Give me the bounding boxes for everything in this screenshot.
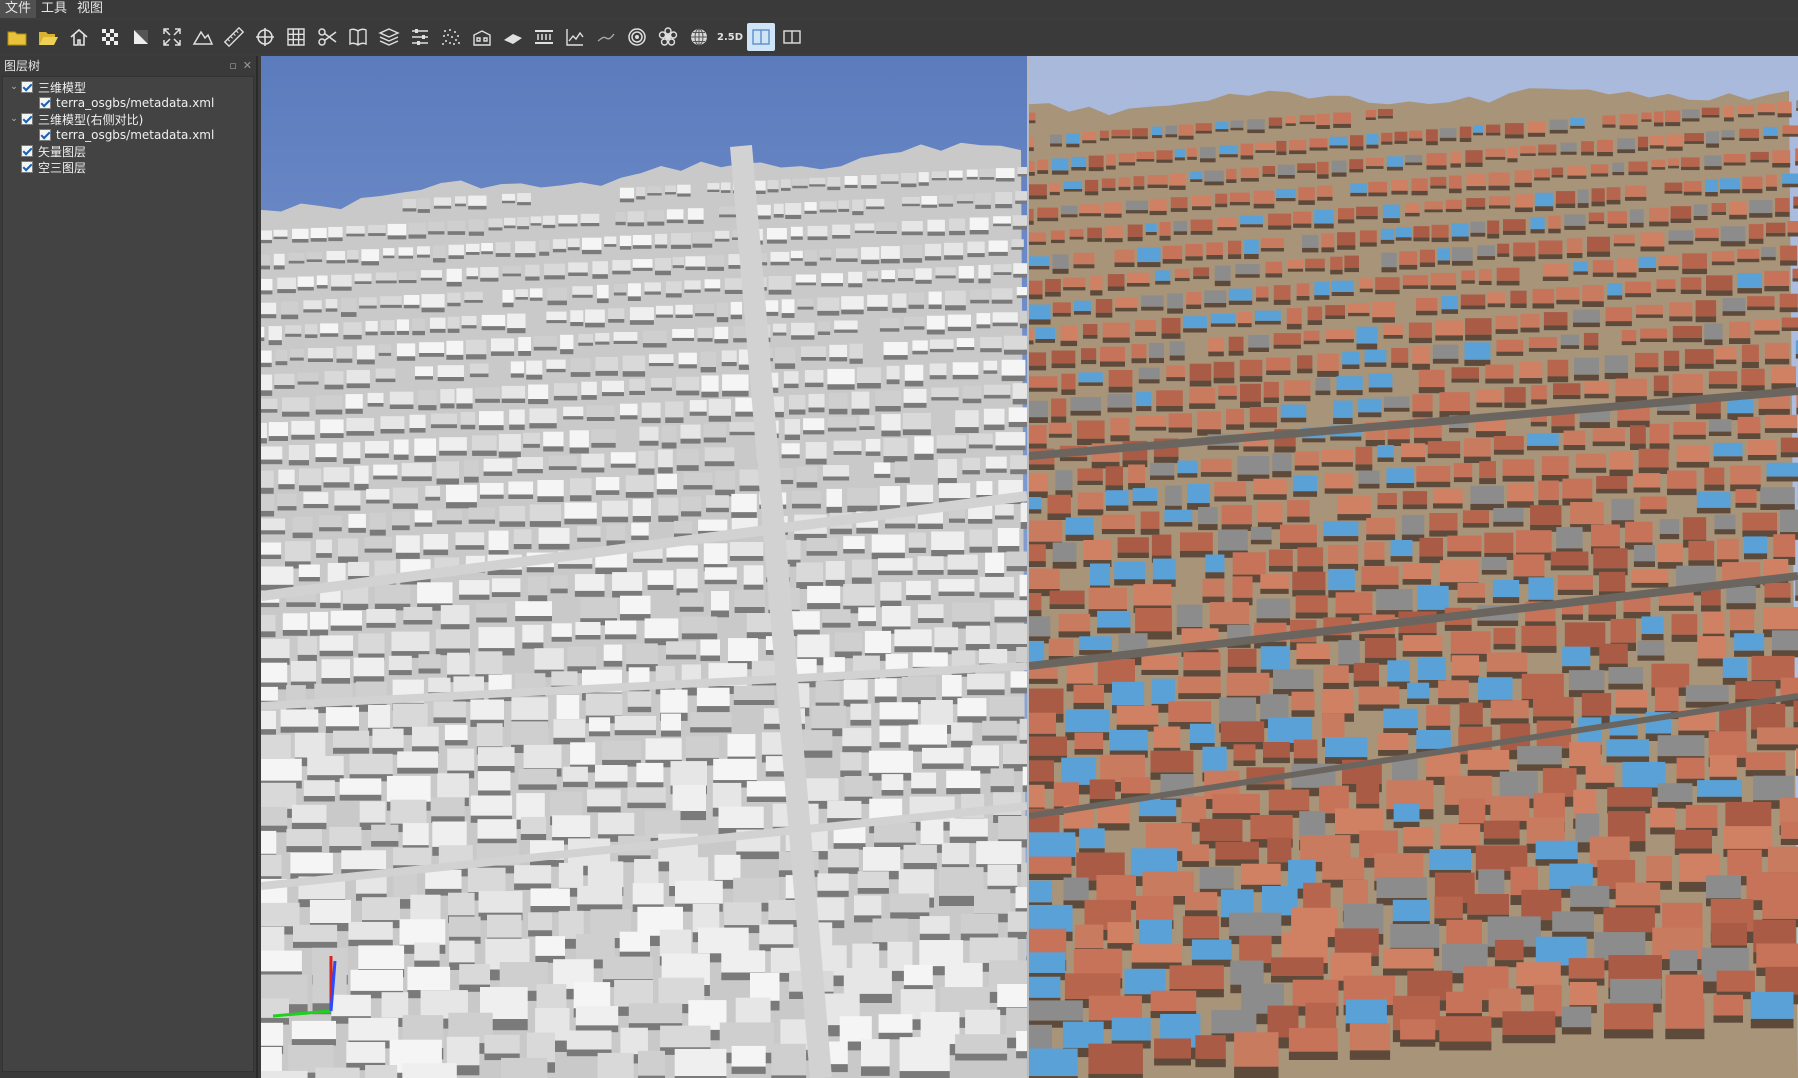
layer-3d-model-compare[interactable]: ⌄ 三维模型(右侧对比) bbox=[3, 111, 253, 127]
layer-checkbox[interactable] bbox=[39, 97, 51, 109]
ruler-icon[interactable] bbox=[220, 23, 248, 51]
layer-checkbox[interactable] bbox=[21, 81, 33, 93]
book-icon[interactable] bbox=[344, 23, 372, 51]
square-diagonal-icon[interactable] bbox=[127, 23, 155, 51]
layer-3d-model-compare-source[interactable]: terra_osgbs/metadata.xml bbox=[3, 127, 253, 143]
layer-3d-model[interactable]: ⌄ 三维模型 bbox=[3, 79, 253, 95]
chevron-down-icon[interactable]: ⌄ bbox=[7, 114, 21, 124]
toolbar: 2.5D bbox=[0, 20, 1798, 54]
chevron-down-icon[interactable]: ⌄ bbox=[7, 82, 21, 92]
layer-tree-panel: 图层树 ▫ ✕ ⌄ 三维模型 terra_osgbs/metadata.xml … bbox=[0, 56, 258, 1078]
layer-checkbox[interactable] bbox=[21, 145, 33, 157]
plane-icon[interactable] bbox=[499, 23, 527, 51]
layer-checkbox[interactable] bbox=[21, 113, 33, 125]
checkerboard-icon[interactable] bbox=[96, 23, 124, 51]
view-2-5d-icon[interactable]: 2.5D bbox=[716, 23, 744, 51]
globe-icon[interactable] bbox=[685, 23, 713, 51]
panel-title: 图层树 bbox=[4, 58, 41, 73]
layer-label: terra_osgbs/metadata.xml bbox=[56, 128, 215, 142]
layer-label: terra_osgbs/metadata.xml bbox=[56, 96, 215, 110]
sliders-icon[interactable] bbox=[406, 23, 434, 51]
point-cloud-icon[interactable] bbox=[437, 23, 465, 51]
layer-aerotriangulation[interactable]: 空三图层 bbox=[3, 159, 253, 175]
layers-icon[interactable] bbox=[375, 23, 403, 51]
home-icon[interactable] bbox=[65, 23, 93, 51]
layer-label: 三维模型 bbox=[38, 80, 87, 95]
layer-tree: ⌄ 三维模型 terra_osgbs/metadata.xml ⌄ 三维模型(右… bbox=[2, 76, 254, 1072]
menu-bar: 文件 工具 视图 bbox=[0, 0, 1798, 18]
section-icon[interactable] bbox=[530, 23, 558, 51]
layer-label: 三维模型(右侧对比) bbox=[38, 112, 144, 127]
layer-label: 矢量图层 bbox=[38, 144, 87, 159]
menu-tools[interactable]: 工具 bbox=[36, 0, 72, 18]
layer-3d-model-source[interactable]: terra_osgbs/metadata.xml bbox=[3, 95, 253, 111]
view-2-5d-label: 2.5D bbox=[716, 31, 743, 43]
folder-icon[interactable] bbox=[3, 23, 31, 51]
target-icon[interactable] bbox=[623, 23, 651, 51]
axis-gizmo bbox=[272, 956, 337, 1018]
crosshair-icon[interactable] bbox=[251, 23, 279, 51]
viewport-right-textured-model[interactable] bbox=[1029, 56, 1798, 1078]
menu-view[interactable]: 视图 bbox=[72, 0, 108, 18]
layer-checkbox[interactable] bbox=[39, 129, 51, 141]
panel-header: 图层树 ▫ ✕ bbox=[0, 56, 256, 74]
app-window: 文件 工具 视图 2.5D 图层树 ▫ ✕ ⌄ 三维模型 terra_osgbs… bbox=[0, 0, 1798, 1078]
split-view-active-icon[interactable] bbox=[747, 23, 775, 51]
float-panel-icon[interactable]: ▫ bbox=[229, 59, 236, 72]
layer-checkbox[interactable] bbox=[21, 161, 33, 173]
scissors-icon[interactable] bbox=[313, 23, 341, 51]
profile-chart-icon[interactable] bbox=[561, 23, 589, 51]
close-panel-icon[interactable]: ✕ bbox=[243, 59, 252, 72]
line-icon[interactable] bbox=[592, 23, 620, 51]
layer-vector[interactable]: 矢量图层 bbox=[3, 143, 253, 159]
viewport-left-white-model[interactable] bbox=[261, 56, 1027, 1078]
terrain-icon[interactable] bbox=[189, 23, 217, 51]
building-icon[interactable] bbox=[468, 23, 496, 51]
menu-file[interactable]: 文件 bbox=[0, 0, 37, 18]
grid-icon[interactable] bbox=[282, 23, 310, 51]
open-folder-icon[interactable] bbox=[34, 23, 62, 51]
settings-flower-icon[interactable] bbox=[654, 23, 682, 51]
fullscreen-icon[interactable] bbox=[158, 23, 186, 51]
split-view-icon[interactable] bbox=[778, 23, 806, 51]
textured-model-scene bbox=[1029, 88, 1798, 1078]
layer-label: 空三图层 bbox=[38, 160, 87, 175]
